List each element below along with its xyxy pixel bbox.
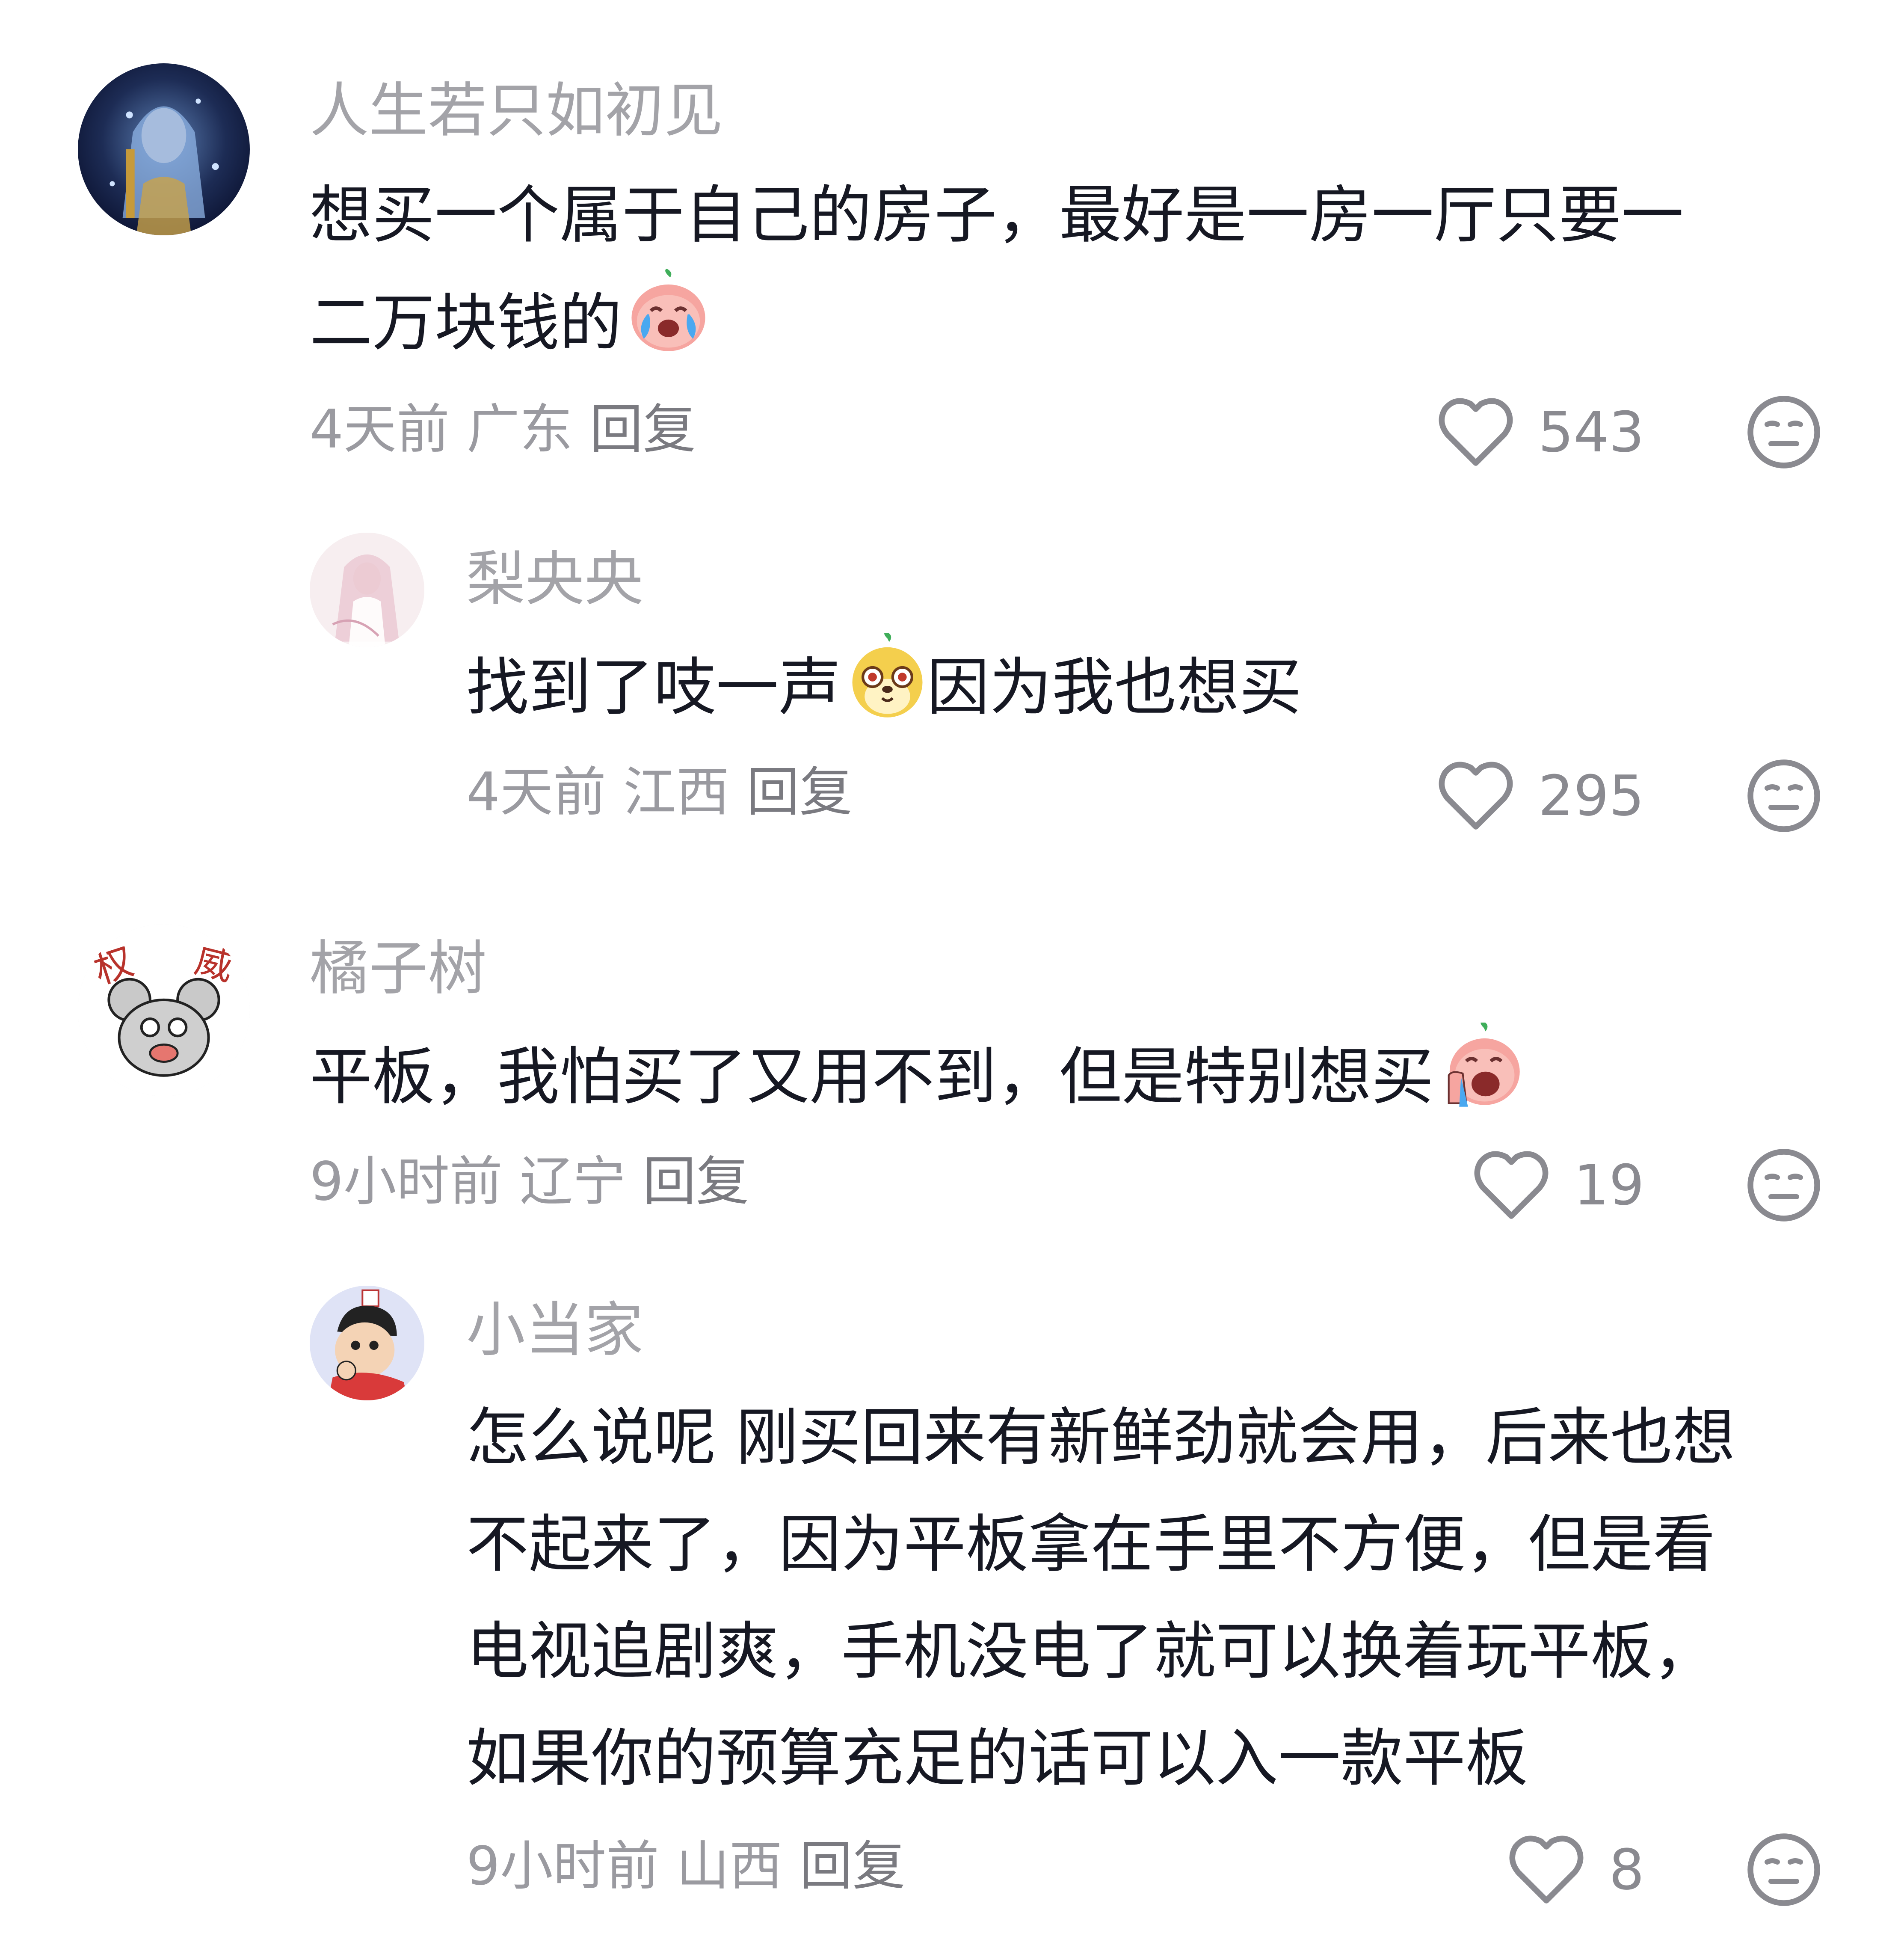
location: 山西 [676,1835,782,1897]
comment-text: 平板，我怕买了又用不到，但是特别想买 [310,1020,1807,1130]
meh-face-icon [1747,396,1820,469]
comment-meta: 4天前 广东 回复 [310,403,713,456]
comment-line-with-emoji: 平板，我怕买了又用不到，但是特别想买 [310,1020,1807,1130]
like-count: 19 [1573,1153,1644,1218]
reply-button[interactable]: 回复 [590,399,696,460]
comment-line: 平板，我怕买了又用不到，但是特别想买 [310,1041,1434,1113]
crying-peach-emoji [625,269,712,356]
avatar-fantasy-image [78,63,250,235]
comment-line: 想买一个属于自己的房子，最好是一房一厅只要一 [310,179,1684,252]
reply-button[interactable]: 回复 [799,1835,906,1897]
like-count: 8 [1609,1837,1644,1902]
location: 江西 [623,762,729,823]
like-button[interactable]: 19 [1473,1149,1644,1222]
comment-meta: 4天前 江西 回复 [466,766,870,819]
avatar[interactable] [310,533,424,647]
meh-face-icon [1747,759,1820,832]
timestamp: 4天前 [310,399,450,460]
comment-line-with-emoji: 二万块钱的 [310,269,1807,377]
username[interactable]: 梨央央 [466,550,643,609]
like-count: 295 [1538,763,1644,828]
wailing-peach-emoji [1436,1020,1524,1110]
avatar-mouse-sticker-image: 权 威 [78,924,250,1096]
comment-line: 怎么说呢 刚买回来有新鲜劲就会用，后来也想 [466,1401,1735,1474]
avatar[interactable] [310,1286,424,1400]
reply-button[interactable]: 回复 [746,762,853,823]
location: 辽宁 [519,1151,626,1213]
meerkat-emoji [844,631,931,721]
like-button[interactable]: 8 [1508,1833,1644,1906]
avatar[interactable]: 权 威 [78,924,250,1096]
comment-meta: 9小时前 辽宁 回复 [310,1155,766,1208]
comment-line: 因为我也想买 [927,651,1302,724]
username[interactable]: 小当家 [466,1301,643,1360]
heart-outline-icon [1474,1151,1549,1219]
like-button[interactable]: 295 [1437,759,1644,832]
comment-text: 找到了吱一声 因为我也想买 [466,631,1792,741]
heart-outline-icon [1439,762,1513,830]
timestamp: 9小时前 [310,1151,503,1213]
dislike-button[interactable] [1745,1831,1822,1908]
like-button[interactable]: 543 [1437,396,1644,469]
avatar[interactable] [78,63,250,235]
reply-button[interactable]: 回复 [643,1151,749,1213]
comment-text: 怎么说呢 刚买回来有新鲜劲就会用，后来也想 不起来了，因为平板拿在手里不方便，但… [466,1384,1835,1812]
meh-face-icon [1747,1149,1820,1222]
dislike-button[interactable] [1745,394,1822,471]
timestamp: 9小时前 [466,1835,659,1897]
meh-face-icon [1747,1833,1820,1906]
comment-text: 想买一个属于自己的房子，最好是一房一厅只要一 二万块钱的 [310,162,1807,377]
username[interactable]: 人生若只如初见 [310,81,723,140]
username[interactable]: 橘子树 [310,939,487,998]
like-count: 543 [1538,400,1644,465]
comment-line-with-emoji: 找到了吱一声 因为我也想买 [466,631,1792,741]
dislike-button[interactable] [1745,757,1822,834]
comment-line: 不起来了，因为平板拿在手里不方便，但是看 [466,1508,1715,1581]
timestamp: 4天前 [466,762,606,823]
comment-line: 电视追剧爽，手机没电了就可以换着玩平板， [466,1615,1715,1688]
avatar-cartoon-boy-image [310,1286,424,1400]
heart-outline-icon [1439,398,1513,466]
location: 广东 [466,399,573,460]
comment-meta: 9小时前 山西 回复 [466,1840,923,1893]
comment-line: 二万块钱的 [310,287,622,359]
comment-line: 找到了吱一声 [466,651,841,724]
dislike-button[interactable] [1745,1147,1822,1224]
heart-outline-icon [1509,1835,1584,1904]
avatar-illustration-image [310,533,424,647]
comment-line: 如果你的预算充足的话可以入一款平板 [466,1722,1528,1795]
